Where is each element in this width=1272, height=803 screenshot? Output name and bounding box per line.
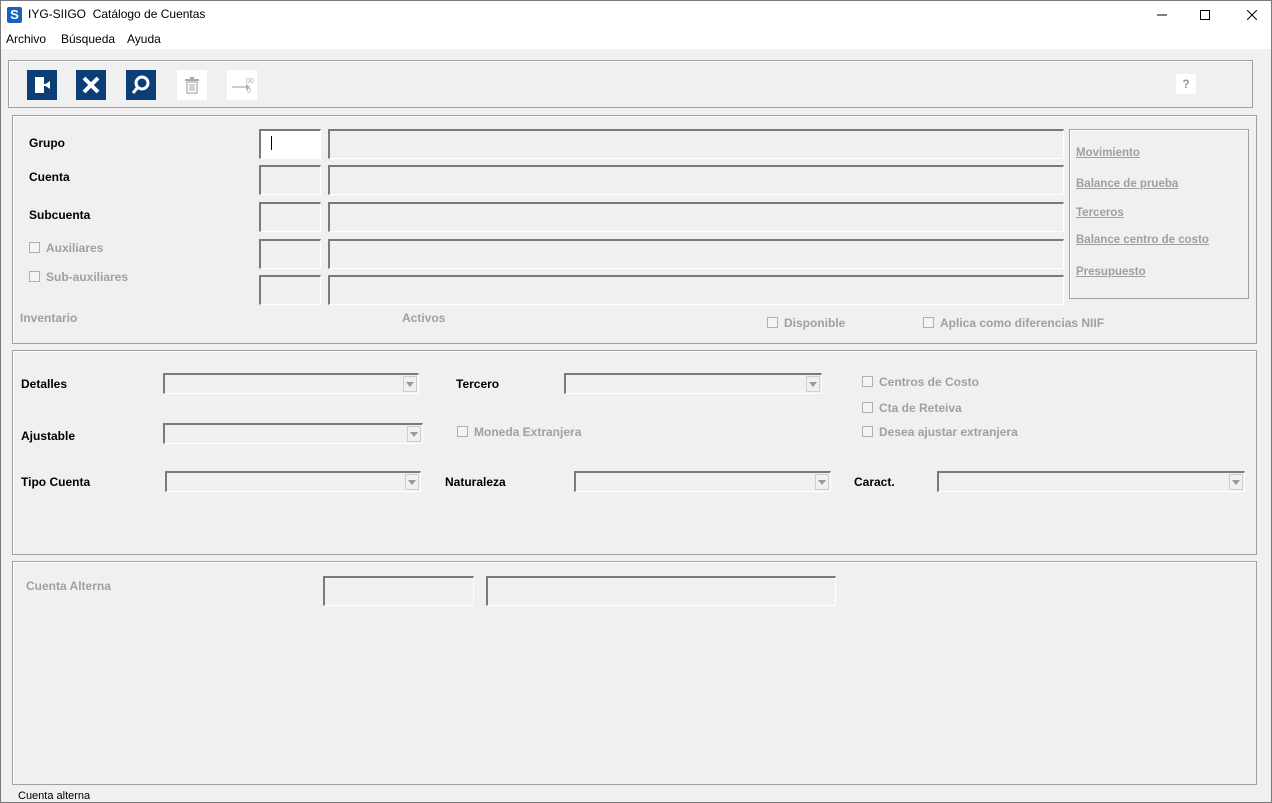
menu-busqueda[interactable]: Búsqueda xyxy=(61,32,115,46)
subauxiliares-checkbox[interactable] xyxy=(29,271,40,282)
delete-button[interactable] xyxy=(177,70,207,100)
dropdown-arrow xyxy=(815,474,829,490)
chevron-down-icon xyxy=(410,431,418,437)
niif-label: Aplica como diferencias NIIF xyxy=(940,316,1105,330)
x-mark-icon xyxy=(82,76,100,94)
caract-select[interactable] xyxy=(937,471,1245,492)
text-caret xyxy=(271,136,272,150)
minimize-button[interactable] xyxy=(1139,1,1185,29)
naturaleza-select[interactable] xyxy=(574,471,831,492)
dropdown-arrow xyxy=(1229,474,1243,490)
alt-desc-field[interactable] xyxy=(486,576,836,606)
maximize-icon xyxy=(1200,10,1210,20)
caract-label: Caract. xyxy=(854,475,895,489)
title-bar: S IYG-SIIGO Catálogo de Cuentas xyxy=(1,1,1271,29)
window-title: IYG-SIIGO Catálogo de Cuentas xyxy=(28,7,205,21)
activos-label: Activos xyxy=(402,311,446,325)
app-logo-icon: S xyxy=(7,7,22,23)
chevron-down-icon xyxy=(406,381,414,387)
ajustable-select[interactable] xyxy=(163,423,423,444)
menu-archivo[interactable]: Archivo xyxy=(6,32,46,46)
trash-icon xyxy=(185,77,199,94)
transfer-arrow-icon: .00 0 xyxy=(232,78,254,95)
cuenta-desc-field[interactable] xyxy=(328,165,1064,195)
app-window: S IYG-SIIGO Catálogo de Cuentas Archivo … xyxy=(0,0,1272,803)
exit-door-icon xyxy=(35,77,50,93)
chevron-down-icon xyxy=(408,479,416,485)
minimize-icon xyxy=(1157,14,1167,16)
dropdown-arrow xyxy=(403,376,417,392)
subcuenta-label: Subcuenta xyxy=(29,208,91,222)
cuenta-alterna-label: Cuenta Alterna xyxy=(26,579,111,593)
transfer-button[interactable]: .00 0 xyxy=(227,70,257,100)
auxiliares-checkbox[interactable] xyxy=(29,242,40,253)
close-window-button[interactable] xyxy=(1229,1,1271,29)
movimiento-link[interactable]: Movimiento xyxy=(1076,147,1140,159)
subauxiliares-label: Sub-auxiliares xyxy=(46,270,129,284)
cuenta-label: Cuenta xyxy=(29,170,70,184)
subauxiliar-desc-field[interactable] xyxy=(328,275,1064,305)
grupo-desc-field[interactable] xyxy=(328,129,1064,159)
svg-text:.00: .00 xyxy=(244,78,254,85)
centros-costo-checkbox[interactable] xyxy=(862,376,873,387)
ajustable-label: Ajustable xyxy=(21,429,76,443)
ajustar-extranjera-checkbox[interactable] xyxy=(862,426,873,437)
grupo-label: Grupo xyxy=(29,136,65,150)
dropdown-arrow xyxy=(405,474,419,490)
chevron-down-icon xyxy=(809,381,817,387)
detalles-label: Detalles xyxy=(21,377,68,391)
auxiliar-desc-field[interactable] xyxy=(328,239,1064,269)
dropdown-arrow xyxy=(407,426,421,442)
balance-prueba-link[interactable]: Balance de prueba xyxy=(1076,178,1178,190)
exit-button[interactable] xyxy=(27,70,57,100)
form-title: Catálogo de Cuentas xyxy=(92,7,206,21)
subcuenta-desc-field[interactable] xyxy=(328,202,1064,232)
help-button[interactable]: ? xyxy=(1176,74,1196,94)
tipo-cuenta-select[interactable] xyxy=(165,471,421,492)
app-name: IYG-SIIGO xyxy=(28,7,87,21)
moneda-extranjera-checkbox[interactable] xyxy=(457,426,468,437)
chevron-down-icon xyxy=(1232,479,1240,485)
cuenta-code-input[interactable] xyxy=(259,165,321,195)
reteiva-label: Cta de Reteiva xyxy=(879,401,962,415)
close-icon xyxy=(1247,10,1257,20)
niif-checkbox[interactable] xyxy=(923,317,934,328)
svg-text:0: 0 xyxy=(247,88,251,95)
centros-costo-label: Centros de Costo xyxy=(879,375,980,389)
auxiliares-label: Auxiliares xyxy=(46,241,104,255)
moneda-extranjera-label: Moneda Extranjera xyxy=(474,425,582,439)
tipo-cuenta-label: Tipo Cuenta xyxy=(21,475,91,489)
auxiliar-code-input[interactable] xyxy=(259,239,321,269)
balance-centro-costo-link[interactable]: Balance centro de costo xyxy=(1076,234,1209,246)
naturaleza-label: Naturaleza xyxy=(445,475,506,489)
detalles-select[interactable] xyxy=(163,373,419,394)
subauxiliar-code-input[interactable] xyxy=(259,275,321,305)
terceros-link[interactable]: Terceros xyxy=(1076,207,1124,219)
dropdown-arrow xyxy=(806,376,820,392)
tercero-label: Tercero xyxy=(456,377,500,391)
maximize-button[interactable] xyxy=(1182,1,1228,29)
alt-code-input[interactable] xyxy=(323,576,474,606)
presupuesto-link[interactable]: Presupuesto xyxy=(1076,266,1146,278)
reteiva-checkbox[interactable] xyxy=(862,402,873,413)
ajustar-extranjera-label: Desea ajustar extranjera xyxy=(879,425,1018,439)
disponible-checkbox[interactable] xyxy=(767,317,778,328)
status-bar-text: Cuenta alterna xyxy=(18,790,91,802)
disponible-label: Disponible xyxy=(784,316,846,330)
menu-bar: Archivo Búsqueda Ayuda xyxy=(1,29,1271,49)
inventario-label: Inventario xyxy=(20,311,78,325)
chevron-down-icon xyxy=(818,479,826,485)
search-icon xyxy=(131,75,150,94)
tercero-select[interactable] xyxy=(564,373,822,394)
menu-ayuda[interactable]: Ayuda xyxy=(127,32,161,46)
cancel-button[interactable] xyxy=(76,70,106,100)
search-button[interactable] xyxy=(126,70,156,100)
subcuenta-code-input[interactable] xyxy=(259,202,321,232)
grupo-code-input[interactable] xyxy=(259,129,321,159)
